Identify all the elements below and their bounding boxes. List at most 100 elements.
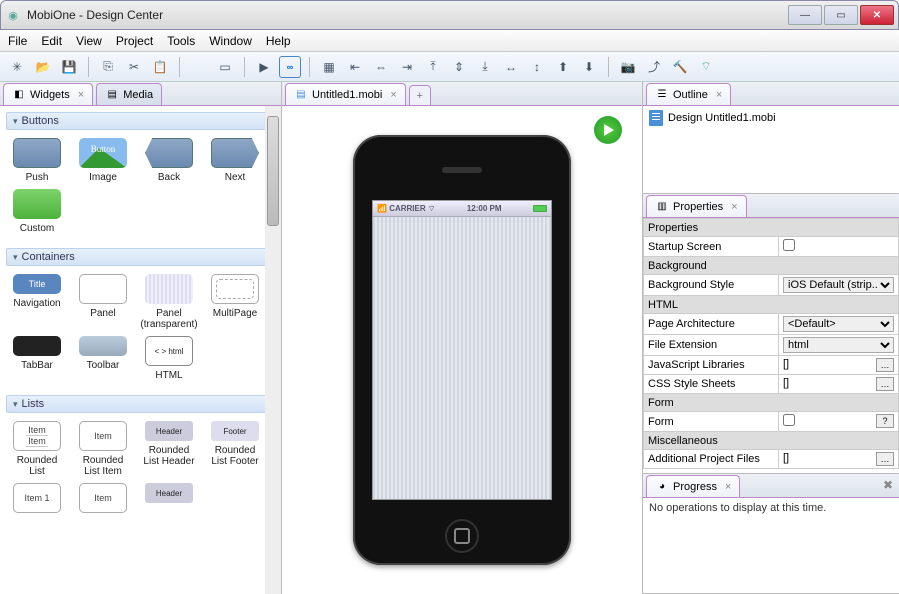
- menu-view[interactable]: View: [76, 34, 102, 48]
- maximize-button[interactable]: ▭: [824, 5, 858, 25]
- widget-push[interactable]: Push: [8, 138, 66, 183]
- close-icon[interactable]: ×: [716, 89, 722, 101]
- close-icon[interactable]: ×: [78, 89, 84, 101]
- progress-title: Progress: [673, 481, 717, 493]
- minimize-button[interactable]: —: [788, 5, 822, 25]
- align-center-button[interactable]: ⇔: [370, 56, 392, 78]
- outline-icon: ☰: [655, 88, 669, 102]
- menu-help[interactable]: Help: [266, 34, 291, 48]
- camera-button[interactable]: 📷: [617, 56, 639, 78]
- build-button[interactable]: 🔨: [669, 56, 691, 78]
- dist-h-button[interactable]: ↔: [500, 56, 522, 78]
- progress-clear-button[interactable]: ✖: [883, 478, 893, 492]
- prop-form-help[interactable]: ?: [876, 414, 894, 428]
- cut-button[interactable]: ✂: [123, 56, 145, 78]
- prop-css-label: CSS Style Sheets: [644, 375, 779, 394]
- prop-jslib-edit[interactable]: …: [876, 358, 894, 372]
- copy-button[interactable]: ⎘: [97, 56, 119, 78]
- dist-v-button[interactable]: ↕: [526, 56, 548, 78]
- grid-button[interactable]: ▦: [318, 56, 340, 78]
- outline-panel: ☰ Outline × Design Untitled1.mobi: [643, 82, 899, 194]
- widget-panel-transparent[interactable]: Panel (transparent): [140, 274, 198, 330]
- new-tab-button[interactable]: +: [409, 85, 431, 105]
- prop-addfiles-label: Additional Project Files: [644, 450, 779, 469]
- close-icon[interactable]: ×: [731, 201, 737, 213]
- align-right-button[interactable]: ⇥: [396, 56, 418, 78]
- section-buttons[interactable]: Buttons: [6, 112, 275, 130]
- open-button[interactable]: 📂: [32, 56, 54, 78]
- editor-tab[interactable]: ▤ Untitled1.mobi ×: [285, 83, 406, 105]
- widget-rounded-list[interactable]: ItemItemRounded List: [8, 421, 66, 477]
- menu-window[interactable]: Window: [209, 34, 252, 48]
- menu-file[interactable]: File: [8, 34, 27, 48]
- widget-custom[interactable]: Custom: [8, 189, 66, 234]
- widgets-icon: ◧: [12, 88, 26, 102]
- tab-properties[interactable]: ▥ Properties ×: [646, 195, 747, 217]
- link-button[interactable]: ∞: [279, 56, 301, 78]
- prop-css-edit[interactable]: …: [876, 377, 894, 391]
- outline-title: Outline: [673, 89, 708, 101]
- prop-startup-label: Startup Screen: [644, 237, 779, 257]
- send-back-button[interactable]: ⬇: [578, 56, 600, 78]
- align-left-button[interactable]: ⇤: [344, 56, 366, 78]
- close-icon[interactable]: ×: [390, 89, 396, 101]
- section-containers[interactable]: Containers: [6, 248, 275, 266]
- new-button[interactable]: ✳: [6, 56, 28, 78]
- widget-html[interactable]: HTML: [140, 336, 198, 381]
- widget-list-header2[interactable]: Header: [140, 483, 198, 517]
- widget-toolbar[interactable]: Toolbar: [74, 336, 132, 381]
- file-icon: ▤: [294, 88, 308, 102]
- save-button[interactable]: 💾: [58, 56, 80, 78]
- design-canvas[interactable]: 📶 CARRIER ⌔ 12:00 PM: [372, 200, 552, 500]
- section-lists[interactable]: Lists: [6, 395, 275, 413]
- widget-list-item2[interactable]: Item: [74, 483, 132, 517]
- main-toolbar: ✳ 📂 💾 ⎘ ✂ 📋 ▭ ▶ ∞ ▦ ⇤ ⇔ ⇥ ⤒ ⇕ ⤓ ↔ ↕ ⬆ ⬇ …: [0, 52, 899, 82]
- prop-startup-checkbox[interactable]: [783, 239, 795, 251]
- align-bottom-button[interactable]: ⤓: [474, 56, 496, 78]
- menu-project[interactable]: Project: [116, 34, 153, 48]
- widget-list-item1[interactable]: Item 1: [8, 483, 66, 517]
- widget-image[interactable]: Image: [74, 138, 132, 183]
- run-preview-button[interactable]: [594, 116, 622, 144]
- time-label: 12:00 PM: [467, 204, 502, 213]
- apple-button[interactable]: [188, 56, 210, 78]
- device-button[interactable]: ▭: [214, 56, 236, 78]
- widget-multipage[interactable]: MultiPage: [206, 274, 264, 330]
- prop-addfiles-edit[interactable]: …: [876, 452, 894, 466]
- widget-navigation[interactable]: TitleNavigation: [8, 274, 66, 330]
- align-middle-button[interactable]: ⇕: [448, 56, 470, 78]
- prop-form-checkbox[interactable]: [783, 414, 795, 426]
- bring-front-button[interactable]: ⬆: [552, 56, 574, 78]
- widget-next[interactable]: Next: [206, 138, 264, 183]
- widgets-panel: ◧ Widgets × ▤ Media Buttons Push Image B…: [0, 82, 282, 594]
- prop-bgstyle-select[interactable]: iOS Default (strip...: [783, 277, 894, 293]
- progress-panel: ◕ Progress × ✖ No operations to display …: [643, 474, 899, 594]
- close-button[interactable]: ✕: [860, 5, 894, 25]
- widgets-scrollbar[interactable]: [265, 106, 281, 594]
- tab-widgets[interactable]: ◧ Widgets ×: [3, 83, 93, 105]
- prop-arch-select[interactable]: <Default>: [783, 316, 894, 332]
- tab-outline[interactable]: ☰ Outline ×: [646, 83, 731, 105]
- menu-tools[interactable]: Tools: [167, 34, 195, 48]
- widget-back[interactable]: Back: [140, 138, 198, 183]
- prop-ext-select[interactable]: html: [783, 337, 894, 353]
- widget-rounded-list-header[interactable]: HeaderRounded List Header: [140, 421, 198, 477]
- widget-tabbar[interactable]: TabBar: [8, 336, 66, 381]
- widget-rounded-list-item[interactable]: ItemRounded List Item: [74, 421, 132, 477]
- close-icon[interactable]: ×: [725, 481, 731, 493]
- properties-title: Properties: [673, 201, 723, 213]
- widget-rounded-list-footer[interactable]: FooterRounded List Footer: [206, 421, 264, 477]
- outline-root-item[interactable]: Design Untitled1.mobi: [643, 106, 899, 130]
- device-frame: 📶 CARRIER ⌔ 12:00 PM: [353, 135, 571, 565]
- editor-tab-label: Untitled1.mobi: [312, 89, 382, 101]
- menu-edit[interactable]: Edit: [41, 34, 62, 48]
- align-top-button[interactable]: ⤒: [422, 56, 444, 78]
- wifi-button[interactable]: ⌔: [695, 56, 717, 78]
- progress-message: No operations to display at this time.: [649, 502, 826, 514]
- upload-button[interactable]: ⤴: [643, 56, 665, 78]
- widget-panel[interactable]: Panel: [74, 274, 132, 330]
- run-button[interactable]: ▶: [253, 56, 275, 78]
- tab-progress[interactable]: ◕ Progress ×: [646, 475, 740, 497]
- tab-media[interactable]: ▤ Media: [96, 83, 162, 105]
- paste-button[interactable]: 📋: [149, 56, 171, 78]
